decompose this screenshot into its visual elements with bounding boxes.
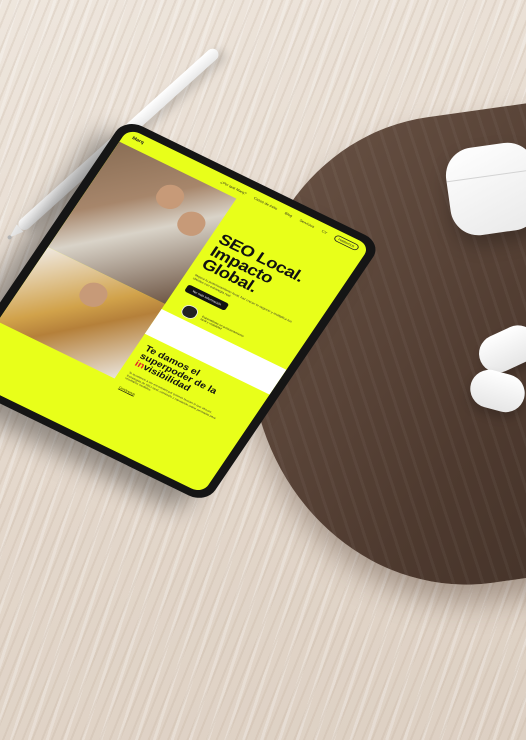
nav-item-blog[interactable]: Blog [284, 211, 293, 218]
section-link[interactable]: Conócenos [117, 385, 137, 397]
nav-item-services[interactable]: Servicios [299, 218, 315, 228]
person-woman [151, 180, 189, 214]
site-logo[interactable]: Marq [131, 136, 145, 145]
product-mockup-scene: Marq ¿Por qué Marq? Casos de éxito Blog … [0, 0, 526, 740]
earbuds-case [442, 139, 526, 239]
nav-item-cv[interactable]: CV [321, 229, 328, 234]
person-man-glasses [172, 207, 211, 240]
person-man-beanie [74, 278, 113, 311]
